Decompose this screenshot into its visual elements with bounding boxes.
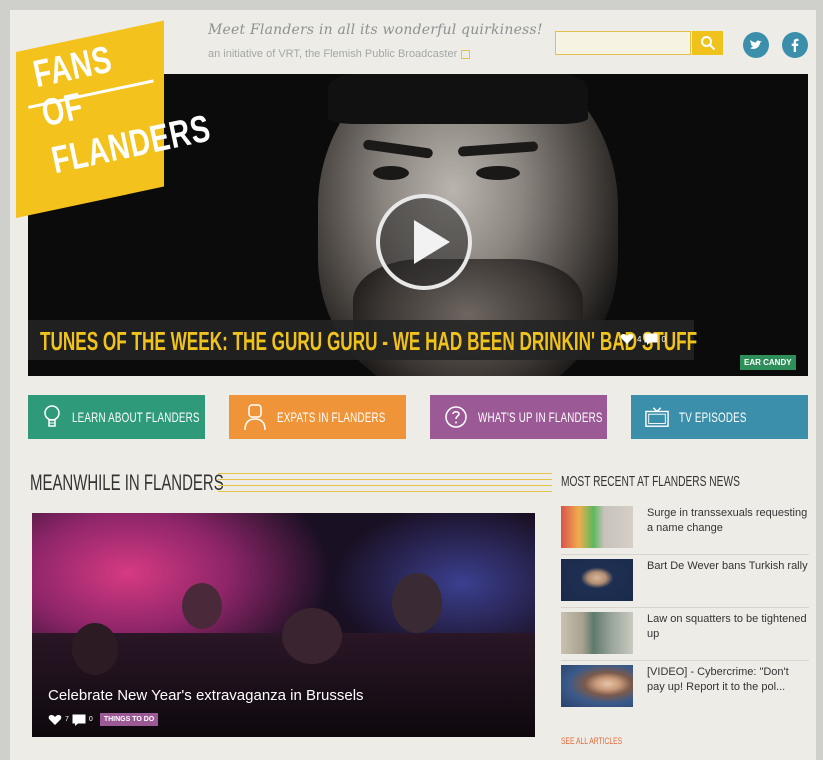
news-item[interactable]: Surge in transsexuals requesting a name … [561, 504, 809, 555]
hero-likes: 4 [637, 334, 642, 344]
search-box [555, 31, 723, 55]
title-rule [218, 473, 552, 474]
title-rule [218, 479, 552, 480]
tv-episodes-button[interactable]: TV EPISODES [631, 395, 808, 439]
news-section-title: MOST RECENT AT FLANDERS NEWS [561, 473, 740, 490]
hero-caption-bar: TUNES OF THE WEEK: THE GURU GURU - WE HA… [28, 320, 697, 360]
lightbulb-icon [42, 403, 62, 431]
page: Meet Flanders in all its wonderful quirk… [10, 10, 816, 760]
comment-icon[interactable] [644, 333, 658, 345]
news-thumbnail [561, 665, 633, 707]
category-label: EXPATS IN FLANDERS [277, 409, 386, 425]
things-to-do-tag[interactable]: THINGS TO DO [99, 713, 159, 726]
heart-icon[interactable] [48, 714, 62, 726]
hero-meta: 4 0 [620, 333, 666, 345]
hero-hair [328, 74, 588, 124]
feature-meta: 7 0 THINGS TO DO [48, 713, 159, 726]
play-button[interactable] [376, 194, 472, 290]
learn-about-flanders-button[interactable]: LEARN ABOUT FLANDERS [28, 395, 205, 439]
news-headline[interactable]: Bart De Wever bans Turkish rally [647, 559, 809, 574]
logo-line-1: FANS OF [29, 38, 116, 136]
feature-caption[interactable]: Celebrate New Year's extravaganza in Bru… [48, 687, 364, 704]
hero-title[interactable]: TUNES OF THE WEEK: THE GURU GURU - WE HA… [40, 326, 697, 357]
feature-likes: 7 [65, 716, 69, 723]
hero-eye-right [476, 166, 520, 180]
external-link-icon[interactable] [461, 49, 471, 59]
title-rule [218, 491, 552, 492]
facebook-icon [791, 38, 799, 52]
news-headline[interactable]: Surge in transsexuals requesting a name … [647, 506, 809, 536]
search-button[interactable] [692, 31, 723, 55]
hero-comments: 0 [661, 334, 666, 344]
search-icon [700, 36, 715, 51]
tagline: Meet Flanders in all its wonderful quirk… [208, 22, 543, 38]
search-input[interactable] [555, 31, 691, 55]
news-item[interactable]: Bart De Wever bans Turkish rally [561, 557, 809, 608]
see-all-articles-link[interactable]: SEE ALL ARTICLES [561, 736, 622, 746]
featured-article[interactable]: Celebrate New Year's extravaganza in Bru… [32, 513, 535, 737]
subtagline: an initiative of VRT, the Flemish Public… [208, 48, 471, 60]
subtagline-text: an initiative of VRT, the Flemish Public… [208, 48, 458, 60]
news-thumbnail [561, 559, 633, 601]
feature-figure [182, 583, 222, 629]
comment-icon[interactable] [72, 714, 86, 726]
twitter-icon [750, 40, 762, 49]
news-headline[interactable]: [VIDEO] - Cybercrime: "Don't pay up! Rep… [647, 665, 809, 695]
section-title: MEANWHILE IN FLANDERS [30, 470, 224, 495]
category-label: WHAT'S UP IN FLANDERS [478, 409, 603, 425]
person-icon [243, 403, 267, 431]
news-thumbnail [561, 506, 633, 548]
category-label: TV EPISODES [679, 409, 747, 425]
expats-in-flanders-button[interactable]: EXPATS IN FLANDERS [229, 395, 406, 439]
question-icon [444, 403, 468, 431]
news-item[interactable]: [VIDEO] - Cybercrime: "Don't pay up! Rep… [561, 663, 809, 713]
feature-figure [392, 573, 442, 633]
feature-comments: 0 [88, 716, 93, 723]
tv-icon [645, 403, 669, 431]
feature-figure [282, 608, 342, 664]
facebook-button[interactable] [782, 32, 808, 58]
title-rule [218, 485, 552, 486]
whats-up-in-flanders-button[interactable]: WHAT'S UP IN FLANDERS [430, 395, 607, 439]
twitter-button[interactable] [743, 32, 769, 58]
news-thumbnail [561, 612, 633, 654]
ear-candy-tag[interactable]: EAR CANDY [740, 355, 796, 370]
heart-icon[interactable] [620, 333, 634, 345]
news-headline[interactable]: Law on squatters to be tightened up [647, 612, 809, 642]
news-item[interactable]: Law on squatters to be tightened up [561, 610, 809, 661]
category-label: LEARN ABOUT FLANDERS [72, 409, 200, 425]
feature-figure [72, 623, 118, 675]
hero-eye-left [373, 166, 409, 180]
